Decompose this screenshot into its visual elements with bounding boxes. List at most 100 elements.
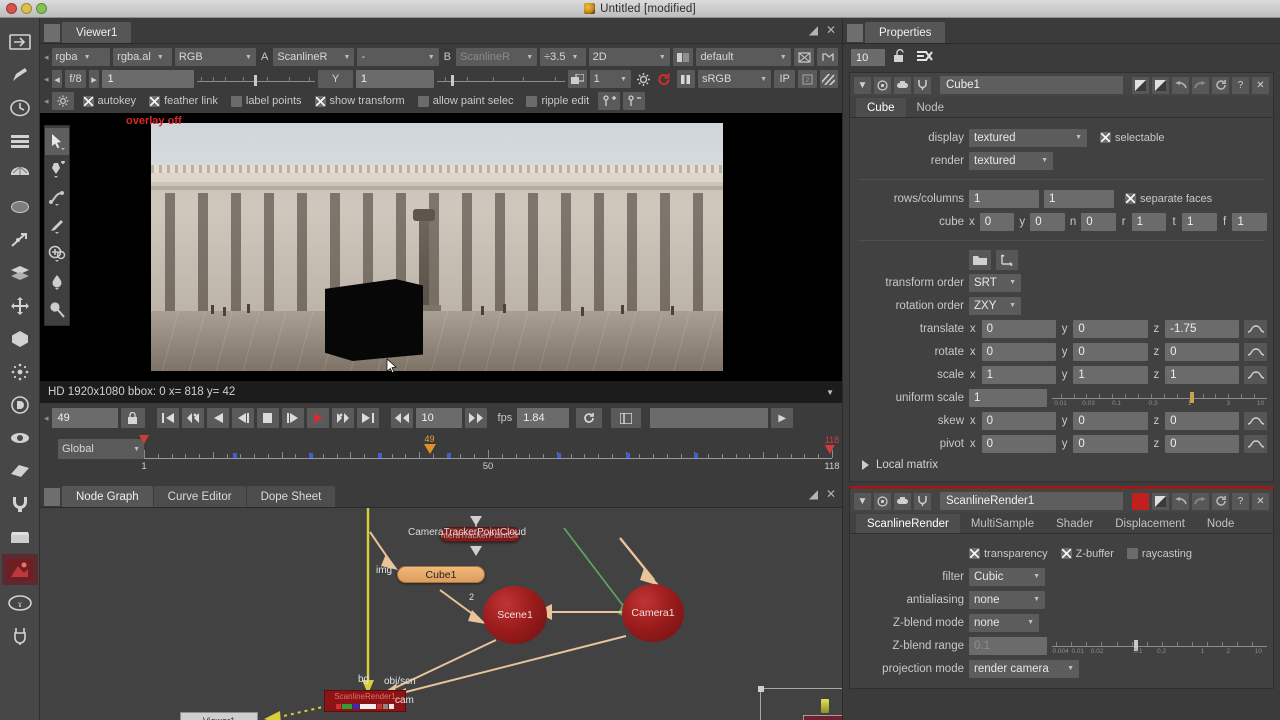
dodge-tool-icon[interactable] <box>45 296 69 323</box>
cube-x-field[interactable]: 0 <box>979 212 1015 231</box>
refresh-icon[interactable] <box>655 70 673 88</box>
split-ab2-icon[interactable] <box>1152 76 1169 94</box>
pivot-z-field[interactable]: 0 <box>1165 434 1240 453</box>
ip-button[interactable]: IP <box>774 70 796 88</box>
show-transform-checkbox[interactable]: show transform <box>314 95 405 107</box>
viewer-tool-strip[interactable] <box>44 125 70 326</box>
mask-icon[interactable] <box>894 492 911 510</box>
step-forward-button[interactable] <box>281 408 304 428</box>
channels-dropdown[interactable]: rgba ▼ <box>51 48 111 66</box>
uniform-scale-field[interactable]: 1 <box>969 388 1047 407</box>
display-channel-dropdown[interactable]: RGB ▼ <box>174 48 256 66</box>
filter-dropdown[interactable]: Cubic ▼ <box>969 567 1045 586</box>
close-icon[interactable]: ✕ <box>826 23 836 37</box>
cube1-tabs[interactable]: Cube Node <box>850 97 1273 118</box>
translate-animation-icon[interactable] <box>1244 319 1268 338</box>
fstop-label[interactable]: f/8 <box>65 70 86 88</box>
timeline-out-marker[interactable]: 118 <box>824 435 839 454</box>
stop-button[interactable] <box>256 408 279 428</box>
translate-z-field[interactable]: -1.75 <box>1165 319 1240 338</box>
keyframe-marker[interactable] <box>446 453 451 458</box>
scanlinerender1-node-name-field[interactable]: ScanlineRender1 <box>940 492 1123 510</box>
tab-cube[interactable]: Cube <box>856 98 906 117</box>
split-ab-icon[interactable] <box>1152 492 1169 510</box>
projection-mode-dropdown[interactable]: render camera ▼ <box>969 659 1079 678</box>
scale-x-field[interactable]: 1 <box>981 365 1056 384</box>
split-ab-icon[interactable] <box>1132 76 1149 94</box>
remove-keyframe-icon[interactable] <box>623 92 646 110</box>
viewer-canvas[interactable]: overlay off <box>40 113 842 381</box>
proxy-icon[interactable] <box>672 48 694 66</box>
keyer-icon[interactable] <box>2 224 38 255</box>
clear-all-icon[interactable] <box>916 49 933 66</box>
fast-forward-icon[interactable] <box>464 408 487 428</box>
gear-icon[interactable] <box>634 70 652 88</box>
cube-n-field[interactable]: 0 <box>1081 212 1116 231</box>
unlock-icon[interactable] <box>893 49 908 66</box>
float-panel-icon[interactable]: ◢ <box>809 487 818 501</box>
region-icon[interactable]: 2 <box>798 70 817 88</box>
goto-start-button[interactable] <box>156 408 179 428</box>
gain-slider[interactable] <box>197 70 316 88</box>
rotate-z-field[interactable]: 0 <box>1165 342 1240 361</box>
fps-field[interactable]: 1.84 <box>517 408 570 428</box>
color-swatch-icon[interactable] <box>874 76 891 94</box>
allow-paint-select-checkbox[interactable]: allow paint selec <box>417 95 513 107</box>
skew-animation-icon[interactable] <box>1244 411 1268 430</box>
colorspace-dropdown[interactable]: sRGB ▼ <box>697 70 771 88</box>
tab-dope-sheet[interactable]: Dope Sheet <box>246 486 336 507</box>
color-icon[interactable] <box>2 158 38 189</box>
node-scanlinerender1[interactable]: ScanlineRender1 <box>324 690 406 712</box>
tab-viewer1[interactable]: Viewer1 <box>62 22 132 43</box>
window-controls[interactable] <box>6 3 47 14</box>
tab-node[interactable]: Node <box>906 98 956 117</box>
cube-3d-object[interactable] <box>325 279 423 361</box>
gain-down-button[interactable]: ◂ <box>51 70 63 88</box>
help-icon[interactable]: ? <box>1232 492 1249 510</box>
axis-gizmo-icon[interactable] <box>996 249 1018 270</box>
collapse-arrow-icon[interactable]: ▼ <box>854 76 871 94</box>
tab-properties[interactable]: Properties <box>865 22 946 43</box>
pause-icon[interactable] <box>676 70 695 88</box>
3d-icon[interactable] <box>2 323 38 354</box>
redo-icon[interactable] <box>1192 492 1209 510</box>
pivot-y-field[interactable]: 0 <box>1073 434 1148 453</box>
viewer-toggle-icon[interactable] <box>1132 492 1149 510</box>
timeline[interactable]: Global ▼ 118 49 1 50 118 <box>44 433 840 472</box>
keyframe-marker[interactable] <box>556 453 561 458</box>
skew-x-field[interactable]: 0 <box>981 411 1056 430</box>
settings-gear-icon[interactable] <box>51 92 74 110</box>
timeline-playhead[interactable]: 49 <box>423 434 436 454</box>
tab-node-scanline[interactable]: Node <box>1196 514 1246 533</box>
viewer-mode-dropdown[interactable]: 2D ▼ <box>588 48 670 66</box>
fast-rewind-icon[interactable] <box>390 408 413 428</box>
pane-grip-icon[interactable] <box>44 24 60 42</box>
zoom-dropdown[interactable]: ÷3.5 ▼ <box>540 48 586 66</box>
keyframe-marker[interactable] <box>377 453 382 458</box>
rotate-animation-icon[interactable] <box>1244 342 1268 361</box>
rows-field[interactable]: 1 <box>969 189 1039 208</box>
close-icon[interactable]: ✕ <box>1252 492 1269 510</box>
maximize-window-button[interactable] <box>36 3 47 14</box>
viewer-process-dropdown[interactable]: default ▼ <box>696 48 791 66</box>
goto-end-button[interactable] <box>356 408 379 428</box>
metadata-icon[interactable] <box>2 455 38 486</box>
uniform-scale-slider[interactable]: 0.01 0.03 0.1 0.3 1 3 10 <box>1052 389 1267 407</box>
autokey-checkbox[interactable]: autokey <box>82 95 136 107</box>
fullscreen-icon[interactable] <box>611 408 642 428</box>
color-swatch-icon[interactable] <box>874 492 891 510</box>
views-dropdown[interactable]: 1 ▼ <box>589 70 631 88</box>
transform-order-dropdown[interactable]: SRT ▼ <box>969 273 1021 292</box>
clone-tool-icon[interactable] <box>45 240 69 267</box>
pivot-animation-icon[interactable] <box>1244 434 1268 453</box>
chevron-down-icon[interactable]: ▼ <box>826 388 834 397</box>
lock-icon[interactable] <box>120 408 145 428</box>
add-keyframe-icon[interactable] <box>598 92 621 110</box>
furnace-icon[interactable] <box>1 554 38 585</box>
blur-tool-icon[interactable] <box>45 268 69 295</box>
scanlinerender1-tabs[interactable]: ScanlineRender MultiSample Shader Displa… <box>850 513 1273 534</box>
mask-icon[interactable] <box>894 76 911 94</box>
pane-grip-icon[interactable] <box>847 24 863 42</box>
input-a-dropdown[interactable]: ScanlineR ▼ <box>273 48 355 66</box>
gamma-slider[interactable] <box>437 70 566 88</box>
